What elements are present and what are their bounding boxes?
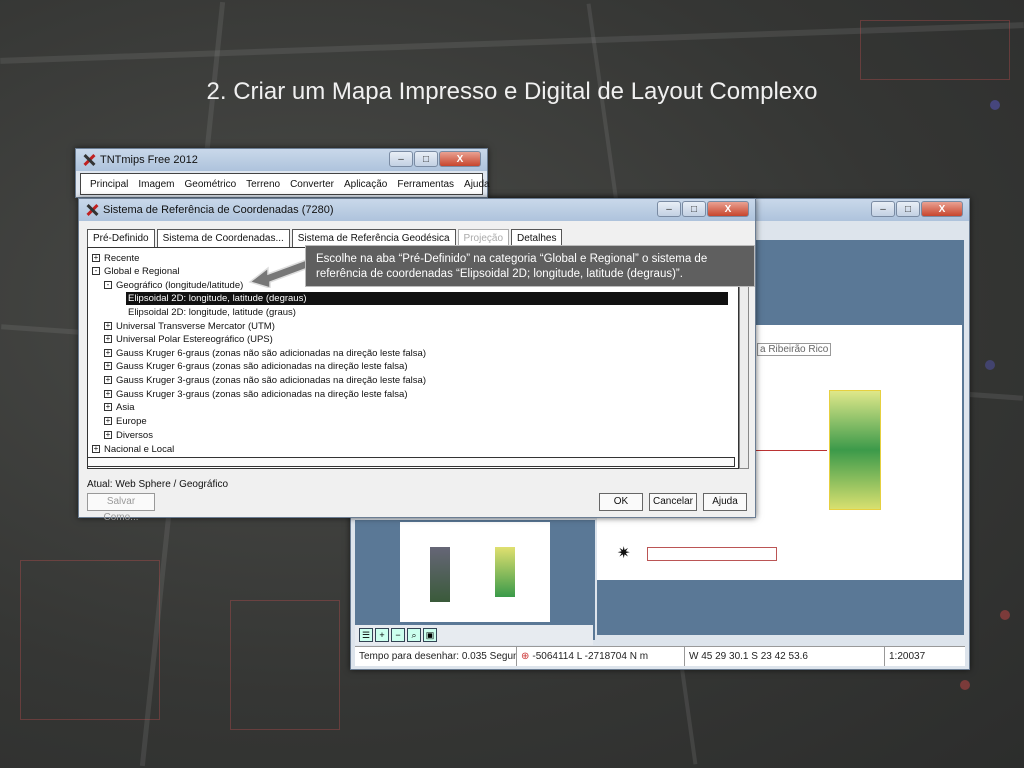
save-as-button: Salvar Como... — [87, 493, 155, 523]
maximize-button[interactable]: □ — [896, 201, 920, 217]
full-view-icon[interactable]: ▣ — [423, 628, 437, 642]
geographic-coords-status: W 45 29 30.1 S 23 42 53.6 — [685, 647, 885, 666]
dialog-titlebar: Sistema de Referência de Coordenadas (72… — [79, 199, 755, 221]
help-button[interactable]: Ajuda — [703, 493, 747, 511]
tntmips-title: TNTmips Free 2012 — [100, 154, 198, 166]
draw-time-status: Tempo para desenhar: 0.035 Segund — [355, 647, 517, 666]
expand-icon[interactable]: + — [104, 417, 112, 426]
expand-icon[interactable]: + — [104, 362, 112, 371]
minimize-button[interactable]: – — [657, 201, 681, 217]
minimize-button[interactable]: – — [871, 201, 895, 217]
tree-item-selected[interactable]: Elipsoidal 2D: longitude, latitude (degr… — [126, 292, 728, 305]
close-button[interactable]: X — [707, 201, 749, 217]
minimize-button[interactable]: – — [389, 151, 413, 167]
map-frame — [829, 390, 881, 510]
coords-icon: ⊕ — [521, 651, 530, 662]
menu-aplicacao[interactable]: Aplicação — [339, 179, 392, 190]
tree-item[interactable]: Elipsoidal 2D: longitude, latitude (grau… — [128, 306, 296, 319]
expand-icon[interactable]: + — [92, 254, 100, 263]
cancel-button[interactable]: Cancelar — [649, 493, 697, 511]
menu-ferramentas[interactable]: Ferramentas — [392, 179, 459, 190]
tree-item[interactable]: + Gauss Kruger 3-graus (zonas são adicion… — [104, 388, 408, 401]
menu-principal[interactable]: Principal — [85, 179, 133, 190]
tree-item[interactable]: + Nacional e Local — [92, 443, 174, 456]
tree-item[interactable]: + Universal Polar Estereográfico (UPS) — [104, 333, 273, 346]
layer-list-icon[interactable]: ☰ — [359, 628, 373, 642]
expand-icon[interactable]: + — [104, 431, 112, 440]
tree-item[interactable]: + Recente — [92, 252, 139, 265]
scale-status: 1:20037 — [889, 651, 926, 662]
map-label: a Ribeirão Rico — [757, 343, 832, 356]
thumb-map-2 — [495, 547, 515, 597]
slide-title: 2. Criar um Mapa Impresso e Digital de L… — [206, 78, 818, 105]
map-status-bar: Tempo para desenhar: 0.035 Segund ⊕ -506… — [355, 646, 965, 666]
map-toolbar: ☰ + − ⌕ ▣ — [355, 625, 593, 645]
current-crs-label: Atual: Web Sphere / Geográfico — [87, 479, 229, 490]
expand-icon[interactable]: + — [104, 335, 112, 344]
close-button[interactable]: X — [921, 201, 963, 217]
expand-icon[interactable]: + — [104, 390, 112, 399]
zoom-in-icon[interactable]: + — [375, 628, 389, 642]
collapse-icon[interactable]: - — [104, 281, 112, 290]
menu-ajuda[interactable]: Ajuda — [459, 179, 495, 190]
north-arrow-icon: ✷ — [617, 545, 631, 562]
tree-item[interactable]: + Gauss Kruger 6-graus (zonas não são adi… — [104, 347, 426, 360]
ok-button[interactable]: OK — [599, 493, 643, 511]
tree-item[interactable]: + Diversos — [104, 429, 153, 442]
expand-icon[interactable]: + — [104, 376, 112, 385]
tree-item[interactable]: + Gauss Kruger 6-graus (zonas são adicion… — [104, 360, 408, 373]
expand-icon[interactable]: + — [104, 322, 112, 331]
tree-item[interactable]: + Universal Transverse Mercator (UTM) — [104, 320, 275, 333]
tree-horizontal-scrollbar[interactable] — [87, 457, 735, 467]
menu-converter[interactable]: Converter — [285, 179, 339, 190]
tree-item[interactable]: + Europe — [104, 415, 147, 428]
main-menubar: Principal Imagem Geométrico Terreno Conv… — [80, 173, 490, 195]
map-thumbnail-page — [400, 522, 550, 622]
tntmips-main-window: TNTmips Free 2012 – □ X Principal Imagem… — [75, 148, 490, 198]
tab-sistema-coordenadas[interactable]: Sistema de Coordenadas... — [156, 229, 290, 248]
zoom-out-icon[interactable]: − — [391, 628, 405, 642]
dialog-title: Sistema de Referência de Coordenadas (72… — [103, 204, 334, 216]
tntmips-app-icon — [82, 153, 96, 167]
expand-icon[interactable]: + — [104, 403, 112, 412]
dialog-app-icon — [85, 203, 99, 217]
projected-coords-status: ⊕ -5064114 L -2718704 N m — [517, 647, 685, 666]
collapse-icon[interactable]: - — [92, 267, 100, 276]
menu-geometrico[interactable]: Geométrico — [179, 179, 241, 190]
thumb-map-1 — [430, 547, 450, 602]
menu-imagem[interactable]: Imagem — [133, 179, 179, 190]
map-legend-block — [647, 547, 777, 561]
tree-item[interactable]: + Gauss Kruger 3-graus (zonas não são adi… — [104, 374, 426, 387]
map-leader-line — [747, 450, 827, 451]
tree-item[interactable]: - Global e Regional — [92, 265, 180, 278]
close-button[interactable]: X — [439, 151, 481, 167]
tree-item[interactable]: + Asia — [104, 401, 134, 414]
maximize-button[interactable]: □ — [414, 151, 438, 167]
instruction-callout: Escolhe na aba “Pré-Definido” na categor… — [305, 245, 755, 287]
expand-icon[interactable]: + — [104, 349, 112, 358]
tab-pre-definido[interactable]: Pré-Definido — [87, 229, 155, 248]
zoom-search-icon[interactable]: ⌕ — [407, 628, 421, 642]
tree-item[interactable]: - Geográfico (longitude/latitude) — [104, 279, 243, 292]
maximize-button[interactable]: □ — [682, 201, 706, 217]
menu-terreno[interactable]: Terreno — [241, 179, 285, 190]
expand-icon[interactable]: + — [92, 445, 100, 454]
callout-arrow-icon — [248, 259, 309, 288]
tntmips-titlebar: TNTmips Free 2012 – □ X — [76, 149, 487, 171]
